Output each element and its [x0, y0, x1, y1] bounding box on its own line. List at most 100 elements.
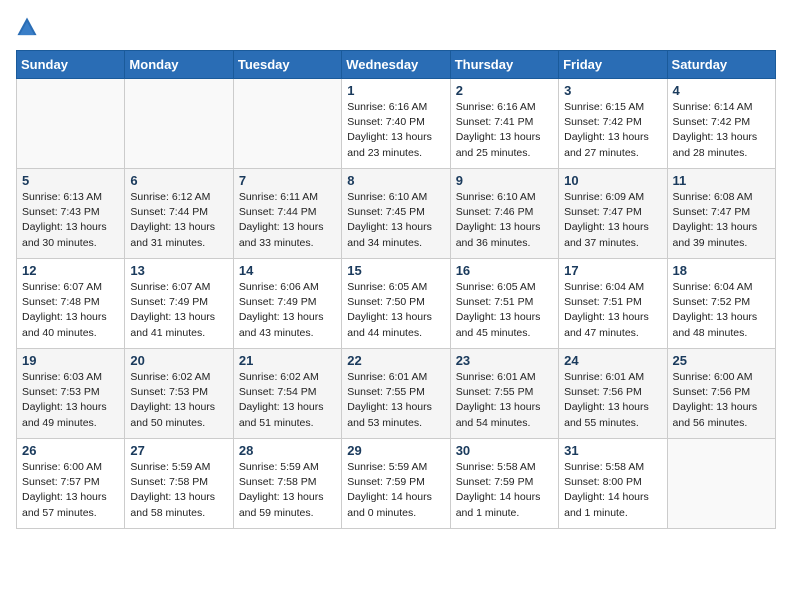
day-info: Sunrise: 6:02 AMSunset: 7:53 PMDaylight:…: [130, 370, 227, 431]
day-info: Sunrise: 6:08 AMSunset: 7:47 PMDaylight:…: [673, 190, 770, 251]
day-number: 4: [673, 83, 770, 98]
day-info: Sunrise: 6:06 AMSunset: 7:49 PMDaylight:…: [239, 280, 336, 341]
day-cell: 28Sunrise: 5:59 AMSunset: 7:58 PMDayligh…: [233, 439, 341, 529]
day-info: Sunrise: 5:58 AMSunset: 8:00 PMDaylight:…: [564, 460, 661, 521]
weekday-tuesday: Tuesday: [233, 51, 341, 79]
day-number: 30: [456, 443, 553, 458]
day-info: Sunrise: 6:10 AMSunset: 7:45 PMDaylight:…: [347, 190, 444, 251]
day-cell: [233, 79, 341, 169]
calendar-table: SundayMondayTuesdayWednesdayThursdayFrid…: [16, 50, 776, 529]
calendar-body: 1 Sunrise: 6:16 AMSunset: 7:40 PMDaylight…: [17, 79, 776, 529]
day-number: 28: [239, 443, 336, 458]
day-cell: 14 Sunrise: 6:06 AMSunset: 7:49 PMDayligh…: [233, 259, 341, 349]
week-row-5: 26 Sunrise: 6:00 AMSunset: 7:57 PMDayligh…: [17, 439, 776, 529]
day-number: 17: [564, 263, 661, 278]
day-cell: 19 Sunrise: 6:03 AMSunset: 7:53 PMDayligh…: [17, 349, 125, 439]
day-cell: 18Sunrise: 6:04 AMSunset: 7:52 PMDayligh…: [667, 259, 775, 349]
day-info: Sunrise: 6:12 AMSunset: 7:44 PMDaylight:…: [130, 190, 227, 251]
day-number: 25: [673, 353, 770, 368]
day-info: Sunrise: 6:09 AMSunset: 7:47 PMDaylight:…: [564, 190, 661, 251]
day-info: Sunrise: 6:05 AMSunset: 7:51 PMDaylight:…: [456, 280, 553, 341]
week-row-4: 19 Sunrise: 6:03 AMSunset: 7:53 PMDayligh…: [17, 349, 776, 439]
day-info: Sunrise: 5:59 AMSunset: 7:59 PMDaylight:…: [347, 460, 444, 521]
day-cell: 10 Sunrise: 6:09 AMSunset: 7:47 PMDayligh…: [559, 169, 667, 259]
day-cell: 16Sunrise: 6:05 AMSunset: 7:51 PMDayligh…: [450, 259, 558, 349]
day-number: 5: [22, 173, 119, 188]
day-cell: 6 Sunrise: 6:12 AMSunset: 7:44 PMDaylight…: [125, 169, 233, 259]
day-info: Sunrise: 6:01 AMSunset: 7:55 PMDaylight:…: [347, 370, 444, 431]
day-number: 21: [239, 353, 336, 368]
week-row-2: 5Sunrise: 6:13 AMSunset: 7:43 PMDaylight…: [17, 169, 776, 259]
day-cell: 3 Sunrise: 6:15 AMSunset: 7:42 PMDaylight…: [559, 79, 667, 169]
day-number: 22: [347, 353, 444, 368]
day-info: Sunrise: 6:03 AMSunset: 7:53 PMDaylight:…: [22, 370, 119, 431]
day-info: Sunrise: 6:04 AMSunset: 7:51 PMDaylight:…: [564, 280, 661, 341]
day-info: Sunrise: 6:05 AMSunset: 7:50 PMDaylight:…: [347, 280, 444, 341]
day-number: 11: [673, 173, 770, 188]
day-cell: 9 Sunrise: 6:10 AMSunset: 7:46 PMDaylight…: [450, 169, 558, 259]
day-number: 24: [564, 353, 661, 368]
day-cell: 24 Sunrise: 6:01 AMSunset: 7:56 PMDayligh…: [559, 349, 667, 439]
day-cell: 11 Sunrise: 6:08 AMSunset: 7:47 PMDayligh…: [667, 169, 775, 259]
day-number: 8: [347, 173, 444, 188]
day-number: 18: [673, 263, 770, 278]
day-cell: 22 Sunrise: 6:01 AMSunset: 7:55 PMDayligh…: [342, 349, 450, 439]
day-info: Sunrise: 6:01 AMSunset: 7:55 PMDaylight:…: [456, 370, 553, 431]
day-cell: 12Sunrise: 6:07 AMSunset: 7:48 PMDayligh…: [17, 259, 125, 349]
weekday-friday: Friday: [559, 51, 667, 79]
weekday-header-row: SundayMondayTuesdayWednesdayThursdayFrid…: [17, 51, 776, 79]
day-cell: [125, 79, 233, 169]
day-cell: 7Sunrise: 6:11 AMSunset: 7:44 PMDaylight…: [233, 169, 341, 259]
day-number: 27: [130, 443, 227, 458]
day-cell: 29 Sunrise: 5:59 AMSunset: 7:59 PMDayligh…: [342, 439, 450, 529]
day-cell: 21Sunrise: 6:02 AMSunset: 7:54 PMDayligh…: [233, 349, 341, 439]
day-info: Sunrise: 6:16 AMSunset: 7:41 PMDaylight:…: [456, 100, 553, 161]
calendar-header: SundayMondayTuesdayWednesdayThursdayFrid…: [17, 51, 776, 79]
day-number: 6: [130, 173, 227, 188]
day-cell: [17, 79, 125, 169]
day-info: Sunrise: 5:59 AMSunset: 7:58 PMDaylight:…: [130, 460, 227, 521]
day-number: 14: [239, 263, 336, 278]
day-number: 2: [456, 83, 553, 98]
day-cell: [667, 439, 775, 529]
day-cell: 23 Sunrise: 6:01 AMSunset: 7:55 PMDayligh…: [450, 349, 558, 439]
day-number: 13: [130, 263, 227, 278]
weekday-saturday: Saturday: [667, 51, 775, 79]
day-number: 9: [456, 173, 553, 188]
day-number: 26: [22, 443, 119, 458]
day-info: Sunrise: 5:58 AMSunset: 7:59 PMDaylight:…: [456, 460, 553, 521]
day-info: Sunrise: 6:14 AMSunset: 7:42 PMDaylight:…: [673, 100, 770, 161]
weekday-thursday: Thursday: [450, 51, 558, 79]
day-cell: 13Sunrise: 6:07 AMSunset: 7:49 PMDayligh…: [125, 259, 233, 349]
day-cell: 8 Sunrise: 6:10 AMSunset: 7:45 PMDaylight…: [342, 169, 450, 259]
day-number: 29: [347, 443, 444, 458]
day-info: Sunrise: 6:01 AMSunset: 7:56 PMDaylight:…: [564, 370, 661, 431]
week-row-3: 12Sunrise: 6:07 AMSunset: 7:48 PMDayligh…: [17, 259, 776, 349]
day-info: Sunrise: 6:16 AMSunset: 7:40 PMDaylight:…: [347, 100, 444, 161]
logo: [16, 16, 42, 38]
day-info: Sunrise: 6:00 AMSunset: 7:56 PMDaylight:…: [673, 370, 770, 431]
day-cell: 17 Sunrise: 6:04 AMSunset: 7:51 PMDayligh…: [559, 259, 667, 349]
day-number: 1: [347, 83, 444, 98]
day-cell: 31 Sunrise: 5:58 AMSunset: 8:00 PMDayligh…: [559, 439, 667, 529]
weekday-monday: Monday: [125, 51, 233, 79]
day-info: Sunrise: 6:10 AMSunset: 7:46 PMDaylight:…: [456, 190, 553, 251]
day-number: 23: [456, 353, 553, 368]
week-row-1: 1 Sunrise: 6:16 AMSunset: 7:40 PMDaylight…: [17, 79, 776, 169]
day-number: 15: [347, 263, 444, 278]
day-number: 19: [22, 353, 119, 368]
weekday-wednesday: Wednesday: [342, 51, 450, 79]
weekday-sunday: Sunday: [17, 51, 125, 79]
day-number: 10: [564, 173, 661, 188]
page-header: [16, 16, 776, 38]
day-info: Sunrise: 6:00 AMSunset: 7:57 PMDaylight:…: [22, 460, 119, 521]
day-number: 3: [564, 83, 661, 98]
day-info: Sunrise: 6:15 AMSunset: 7:42 PMDaylight:…: [564, 100, 661, 161]
day-number: 12: [22, 263, 119, 278]
day-cell: 5Sunrise: 6:13 AMSunset: 7:43 PMDaylight…: [17, 169, 125, 259]
day-cell: 27 Sunrise: 5:59 AMSunset: 7:58 PMDayligh…: [125, 439, 233, 529]
day-number: 31: [564, 443, 661, 458]
day-cell: 30 Sunrise: 5:58 AMSunset: 7:59 PMDayligh…: [450, 439, 558, 529]
day-cell: 26 Sunrise: 6:00 AMSunset: 7:57 PMDayligh…: [17, 439, 125, 529]
day-cell: 1 Sunrise: 6:16 AMSunset: 7:40 PMDaylight…: [342, 79, 450, 169]
